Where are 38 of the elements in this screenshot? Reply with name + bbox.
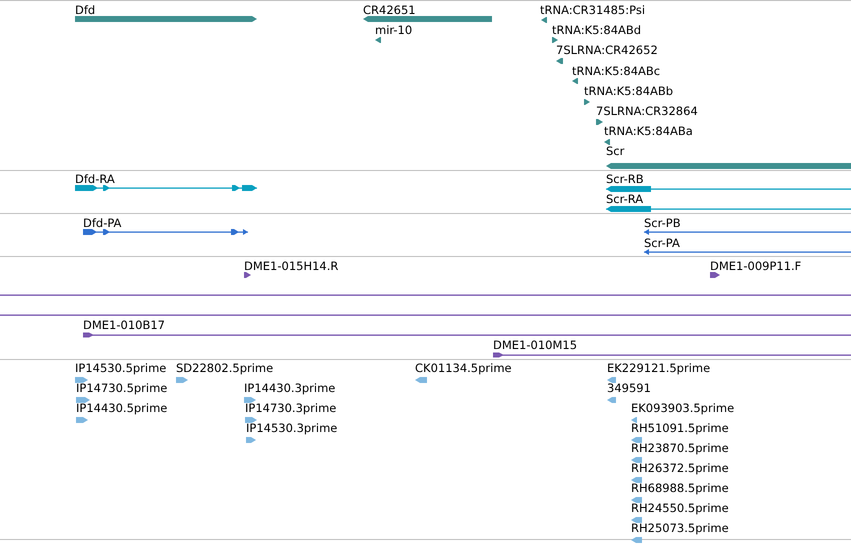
- feature-label: CR42651: [363, 3, 416, 17]
- feature-label: Scr-PA: [644, 236, 680, 250]
- feature-label: RH51091.5prime: [631, 421, 729, 435]
- feature-label: DME1-009P11.F: [710, 259, 802, 273]
- feature-label: SD22802.5prime: [176, 361, 274, 375]
- feature-label: IP14730.3prime: [245, 401, 336, 415]
- feature-label: RH23870.5prime: [631, 441, 729, 455]
- feature-label: RH68988.5prime: [631, 481, 729, 495]
- feature-label: tRNA:K5:84ABb: [584, 84, 674, 98]
- feature-label: RH25073.5prime: [631, 521, 729, 535]
- feature-label: 7SLRNA:CR32864: [596, 104, 698, 118]
- feature-label: IP14430.3prime: [244, 381, 336, 395]
- feature-label: RH24550.5prime: [631, 501, 729, 515]
- feature-label: tRNA:K5:84ABd: [552, 23, 642, 37]
- feature-label: RH26372.5prime: [631, 461, 729, 475]
- feature-label: Scr: [606, 144, 624, 158]
- feature-label: Scr-PB: [644, 216, 681, 230]
- feature-label: Scr-RA: [606, 192, 644, 206]
- feature-label: DME1-015H14.R: [244, 259, 338, 273]
- feature-label: EK093903.5prime: [631, 401, 734, 415]
- feature-label: Dfd-PA: [83, 216, 122, 230]
- feature-label: mir-10: [375, 23, 412, 37]
- feature-label: Dfd-RA: [75, 172, 115, 186]
- feature-label: tRNA:K5:84ABc: [572, 64, 660, 78]
- feature-label: IP14530.3prime: [246, 421, 338, 435]
- feature-label: tRNA:K5:84ABa: [604, 124, 693, 138]
- feature-label: IP14530.5prime: [75, 361, 166, 375]
- feature-label: IP14430.5prime: [76, 401, 168, 415]
- feature-label: CK01134.5prime: [415, 361, 512, 375]
- feature-label: DME1-010M15: [493, 338, 578, 352]
- feature-label: Dfd: [75, 3, 96, 17]
- feature-label: IP14730.5prime: [76, 381, 168, 395]
- feature-label: 7SLRNA:CR42652: [556, 43, 658, 57]
- feature-label: tRNA:CR31485:Psi: [540, 3, 646, 17]
- feature-label: EK229121.5prime: [607, 361, 710, 375]
- feature-label: Scr-RB: [606, 172, 644, 186]
- feature-label: 349591: [607, 381, 651, 395]
- feature-label: DME1-010B17: [83, 318, 165, 332]
